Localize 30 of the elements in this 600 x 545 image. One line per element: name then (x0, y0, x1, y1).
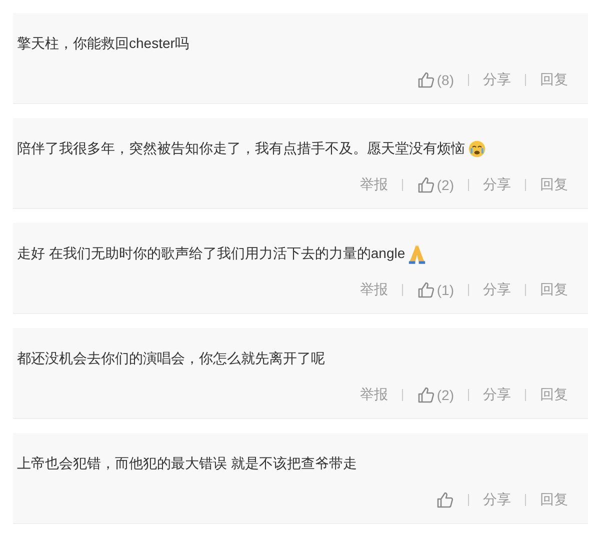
comment-text: 擎天柱，你能救回chester吗 (17, 35, 189, 53)
reply-link[interactable]: 回复 (540, 71, 568, 89)
report-link[interactable]: 举报 (360, 386, 388, 404)
report-link[interactable]: 举报 (360, 281, 388, 299)
thumbs-up-icon (416, 71, 435, 89)
reply-link[interactable]: 回复 (540, 281, 568, 299)
like-button[interactable] (436, 491, 454, 509)
comment-text: 上帝也会犯错，而他犯的最大错误 就是不该把查爷带走 (17, 455, 357, 473)
reply-link[interactable]: 回复 (540, 386, 568, 404)
praying-hands-icon (408, 243, 426, 265)
comment-text: 都还没机会去你们的演唱会，你怎么就先离开了呢 (17, 350, 325, 368)
like-button[interactable]: (2) (416, 176, 454, 194)
thumbs-up-icon (416, 281, 435, 299)
like-button[interactable]: (2) (416, 386, 454, 404)
crying-emoji-icon (468, 140, 486, 158)
share-link[interactable]: 分享 (483, 281, 511, 299)
like-button[interactable]: (8) (416, 71, 454, 89)
report-link[interactable]: 举报 (360, 176, 388, 194)
share-link[interactable]: 分享 (483, 71, 511, 89)
thumbs-up-icon (416, 176, 435, 194)
share-link[interactable]: 分享 (483, 176, 511, 194)
like-button[interactable]: (1) (416, 281, 454, 299)
reply-link[interactable]: 回复 (540, 491, 568, 509)
reply-link[interactable]: 回复 (540, 176, 568, 194)
share-link[interactable]: 分享 (483, 386, 511, 404)
thumbs-up-icon (436, 491, 454, 509)
share-link[interactable]: 分享 (483, 491, 511, 509)
comment-text: 陪伴了我很多年，突然被告知你走了，我有点措手不及。愿天堂没有烦恼 (17, 140, 465, 158)
thumbs-up-icon (416, 386, 435, 404)
comment-text: 走好 在我们无助时你的歌声给了我们用力活下去的力量的angle (17, 245, 406, 263)
